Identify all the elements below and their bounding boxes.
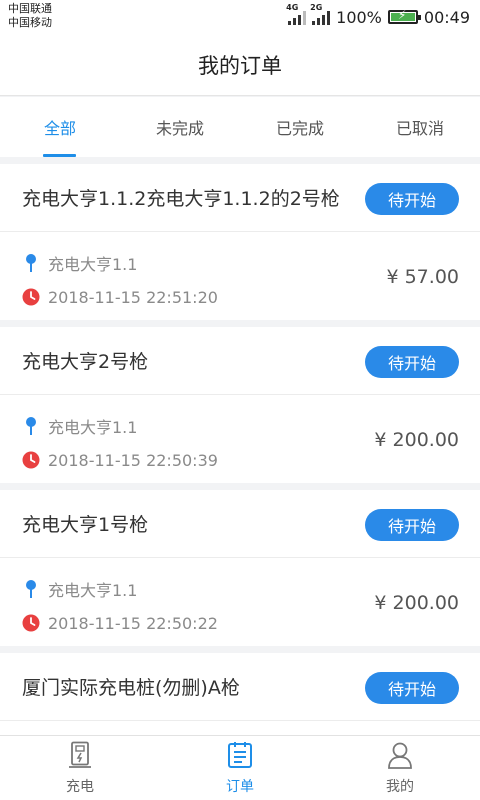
tab-all[interactable]: 全部 [0,97,120,157]
carrier-2: 中国移动 [8,16,52,29]
clock-icon [22,450,40,470]
nav-orders-label: 订单 [226,778,254,795]
order-status-button[interactable]: 待开始 [365,672,459,704]
signal-2g-icon: 2G [310,3,331,25]
tab-unfinished[interactable]: 未完成 [120,97,240,157]
nav-mine[interactable]: 我的 [320,736,480,800]
location-pin-icon [22,253,40,273]
title-bar: 我的订单 [0,34,480,96]
nav-charge[interactable]: 充电 [0,736,160,800]
order-card[interactable]: 充电大亨2号枪 待开始 充电大亨1.1 2018-11-15 22:50:39 … [0,327,480,483]
order-price: ¥ 57.00 [386,266,459,288]
order-status-button[interactable]: 待开始 [365,509,459,541]
network-type-4g: 4G [286,3,299,12]
clock-icon [22,613,40,633]
order-gun-name: 充电大亨2号枪 [22,351,149,373]
nav-charge-label: 充电 [66,778,94,795]
order-time: 2018-11-15 22:50:39 [48,450,218,470]
battery-percent: 100% [336,7,382,27]
order-card[interactable]: 厦门实际充电桩(勿删)A枪 待开始 [0,653,480,735]
carrier-info: 中国联通 中国移动 [8,2,52,30]
bottom-nav: 充电 订单 我的 [0,735,480,800]
order-price: ¥ 200.00 [374,592,459,614]
station-name: 充电大亨1.1 [48,418,138,437]
nav-orders[interactable]: 订单 [160,736,320,800]
location-pin-icon [22,579,40,599]
order-list-icon [227,741,253,773]
tab-completed[interactable]: 已完成 [240,97,360,157]
nav-mine-label: 我的 [386,778,414,795]
station-name: 充电大亨1.1 [48,581,138,600]
location-pin-icon [22,416,40,436]
order-list[interactable]: 充电大亨1.1.2充电大亨1.1.2的2号枪 待开始 充电大亨1.1 2018-… [0,157,480,735]
tab-cancelled[interactable]: 已取消 [360,97,480,157]
clock-time: 00:49 [423,7,470,27]
order-card[interactable]: 充电大亨1.1.2充电大亨1.1.2的2号枪 待开始 充电大亨1.1 2018-… [0,164,480,320]
clock-icon [22,287,40,307]
order-status-button[interactable]: 待开始 [365,183,459,215]
charging-pile-icon [69,741,91,773]
user-icon [387,741,413,773]
order-price: ¥ 200.00 [374,429,459,451]
page-title: 我的订单 [198,53,282,78]
status-indicators: 4G 2G 100% ⚡ 00:49 [286,3,470,29]
order-time: 2018-11-15 22:51:20 [48,287,218,307]
carrier-1: 中国联通 [8,2,52,15]
status-bar: 中国联通 中国移动 4G 2G 100% ⚡ 00:49 [0,0,480,34]
order-gun-name: 充电大亨1号枪 [22,514,149,536]
signal-4g-icon: 4G [286,3,307,25]
order-tabs: 全部 未完成 已完成 已取消 [0,97,480,157]
order-gun-name: 厦门实际充电桩(勿删)A枪 [22,677,240,699]
order-time: 2018-11-15 22:50:22 [48,613,218,633]
battery-icon: ⚡ [387,8,421,24]
order-status-button[interactable]: 待开始 [365,346,459,378]
station-name: 充电大亨1.1 [48,255,138,274]
order-gun-name: 充电大亨1.1.2充电大亨1.1.2的2号枪 [22,188,340,210]
network-type-2g: 2G [310,3,323,12]
order-card[interactable]: 充电大亨1号枪 待开始 充电大亨1.1 2018-11-15 22:50:22 … [0,490,480,646]
